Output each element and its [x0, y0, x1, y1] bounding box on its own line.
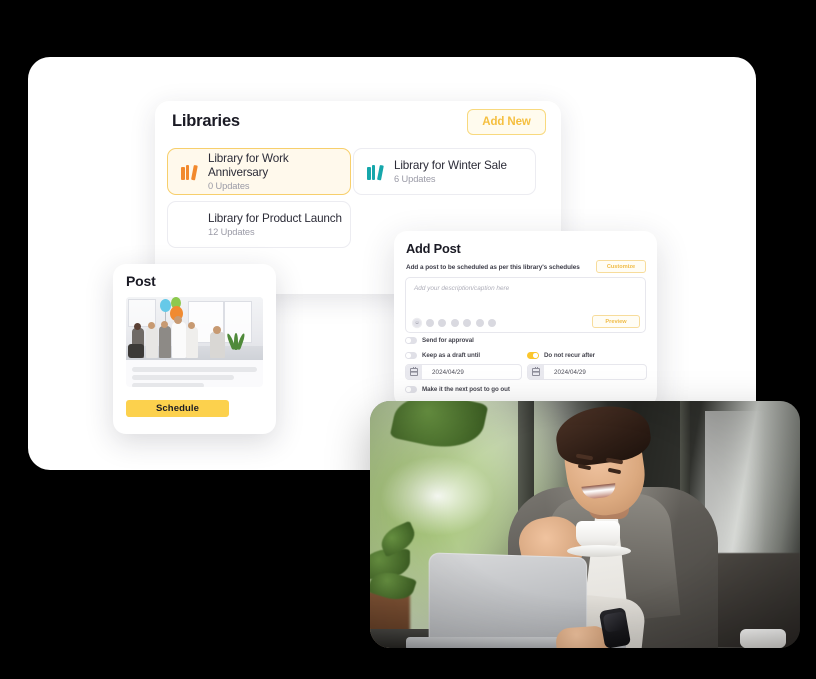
- editor-toolbar: ☺: [413, 319, 496, 327]
- date-value: 2024/04/29: [432, 368, 464, 376]
- toggle-row-do-not-recur[interactable]: Do not recur after: [527, 352, 595, 359]
- hero-photo: [370, 401, 800, 648]
- library-card-work-anniversary[interactable]: Library for Work Anniversary 0 Updates: [167, 148, 351, 195]
- editor-placeholder: Add your description/caption here: [414, 285, 510, 292]
- post-description-editor[interactable]: Add your description/caption here ☺ Prev…: [405, 277, 646, 333]
- draft-until-date-field[interactable]: 2024/04/29: [405, 364, 522, 380]
- page-title: Libraries: [172, 112, 240, 130]
- post-thumbnail-image: [126, 297, 263, 360]
- customize-button[interactable]: Customize: [596, 260, 646, 273]
- library-card-product-launch[interactable]: Library for Product Launch 12 Updates: [167, 201, 351, 248]
- emoji-icon[interactable]: ☺: [413, 319, 421, 327]
- post-card-title: Post: [126, 273, 156, 289]
- clock-icon[interactable]: [463, 319, 471, 327]
- books-icon: [180, 162, 199, 181]
- preview-button[interactable]: Preview: [592, 315, 640, 328]
- library-updates: 0 Updates: [208, 180, 250, 191]
- settings-icon[interactable]: [488, 319, 496, 327]
- toggle-row-keep-as-draft[interactable]: Keep as a draft until: [405, 352, 480, 359]
- library-name: Library for Product Launch: [208, 211, 342, 225]
- balloon-icon: [160, 299, 171, 312]
- calendar-icon: [528, 365, 544, 379]
- library-updates: 6 Updates: [394, 174, 436, 185]
- library-name: Library for Winter Sale: [394, 158, 507, 172]
- library-card-winter-sale[interactable]: Library for Winter Sale 6 Updates: [353, 148, 536, 195]
- do-not-recur-toggle[interactable]: [527, 352, 539, 359]
- toggle-label: Send for approval: [422, 337, 474, 344]
- hashtag-icon[interactable]: [425, 319, 434, 327]
- send-for-approval-toggle[interactable]: [405, 337, 417, 344]
- post-card: Post Schedule: [113, 264, 276, 434]
- image-icon[interactable]: [450, 319, 459, 327]
- toggle-row-next-post[interactable]: Make it the next post to go out: [405, 386, 510, 393]
- library-name: Library for Work Anniversary: [208, 152, 289, 179]
- keep-as-draft-toggle[interactable]: [405, 352, 417, 359]
- toggle-row-send-for-approval[interactable]: Send for approval: [405, 337, 474, 344]
- toggle-label: Do not recur after: [544, 352, 596, 359]
- books-icon: [366, 162, 385, 181]
- next-post-toggle[interactable]: [405, 386, 417, 393]
- add-post-title: Add Post: [406, 241, 461, 256]
- plant-icon: [225, 324, 246, 351]
- add-post-subtitle: Add a post to be scheduled as per this l…: [406, 264, 580, 271]
- toggle-label: Keep as a draft until: [422, 352, 481, 359]
- add-new-button[interactable]: Add New: [467, 109, 546, 135]
- date-value: 2024/04/29: [554, 368, 586, 376]
- books-icon: [180, 215, 199, 234]
- tag-icon[interactable]: [475, 319, 484, 327]
- calendar-icon: [406, 365, 422, 379]
- schedule-button[interactable]: Schedule: [126, 400, 229, 417]
- link-icon[interactable]: [438, 319, 446, 327]
- toggle-label: Make it the next post to go out: [422, 386, 510, 393]
- add-post-panel: Add Post Add a post to be scheduled as p…: [394, 231, 657, 407]
- post-preview-body: [126, 297, 263, 387]
- libraries-header: Libraries Add New: [155, 101, 561, 147]
- recur-after-date-field[interactable]: 2024/04/29: [527, 364, 647, 380]
- library-updates: 12 Updates: [208, 227, 255, 238]
- screenshot-stage: Libraries Add New Library for Work Anniv…: [0, 0, 816, 679]
